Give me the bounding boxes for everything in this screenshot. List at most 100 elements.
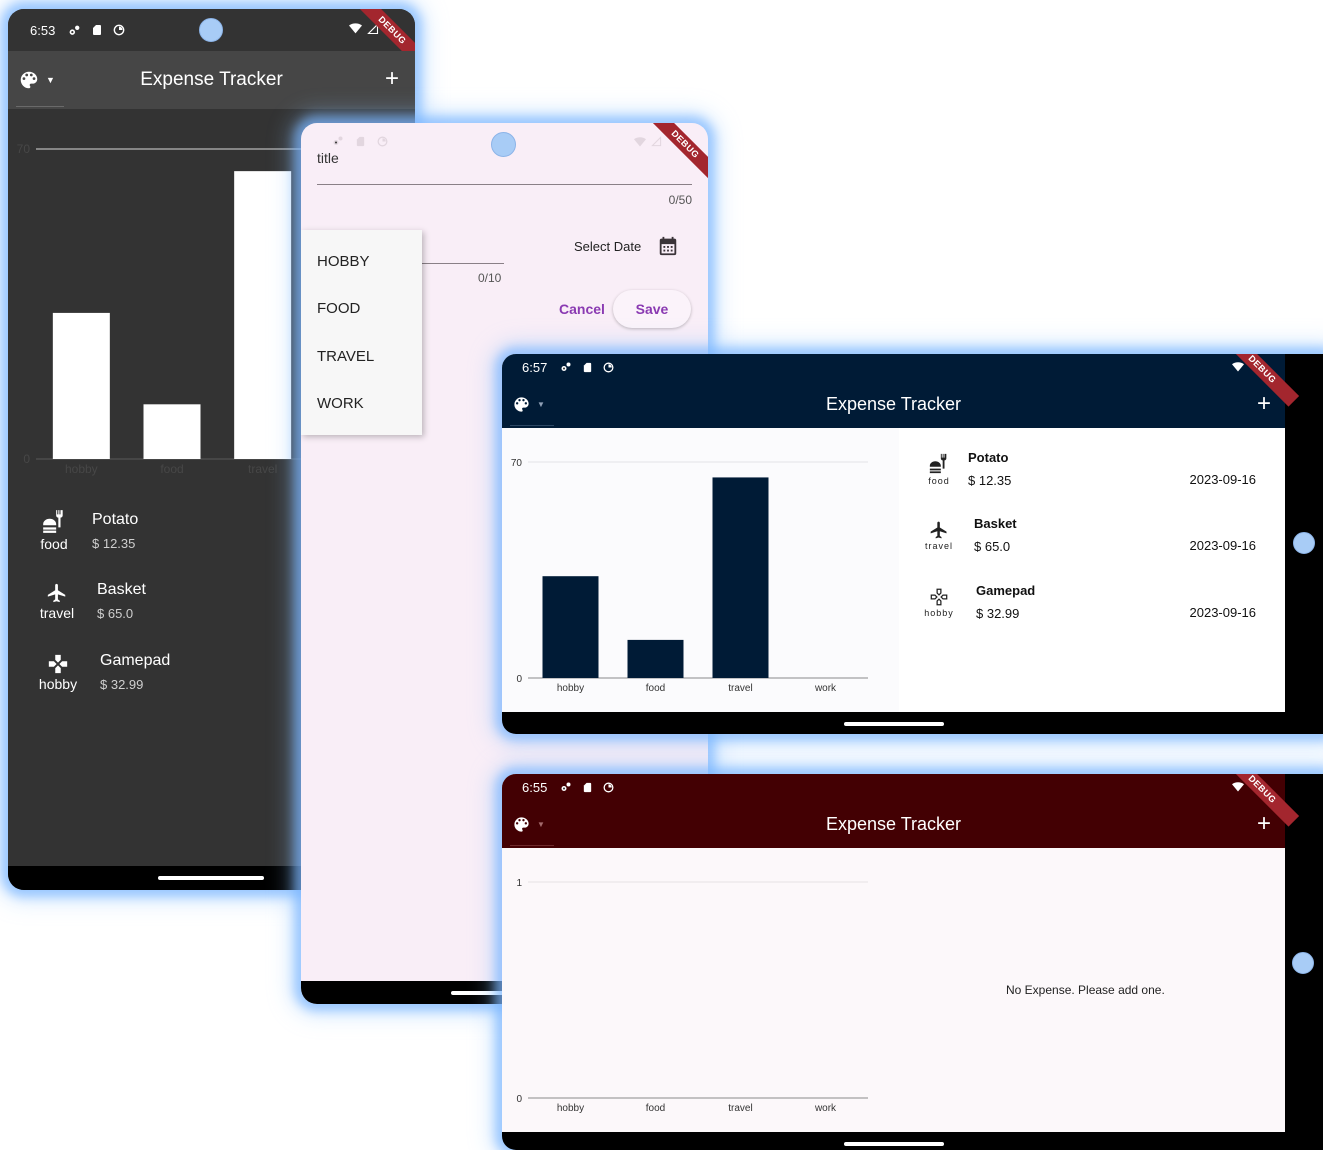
amount-input[interactable] [422,263,504,264]
category-label: food [928,475,950,486]
cancel-button[interactable]: Cancel [559,301,605,317]
category-label: hobby [38,675,78,692]
y-tick-label: 70 [17,142,31,156]
expense-amount: $ 32.99 [100,677,144,692]
bar-travel [234,171,292,459]
app-bar: ▼ Expense Tracker + [502,380,1285,428]
app-bar: ▼ Expense Tracker + [502,800,1285,848]
bar-food [627,639,684,678]
food-icon [41,509,67,535]
dropdown-arrow-icon: ▼ [46,75,55,85]
expense-item[interactable]: travel Basket $ 65.0 2023-09-16 [922,516,1256,554]
dropdown-arrow-icon: ▼ [537,819,545,829]
x-tick-label: hobby [557,683,584,694]
tablet-navy-screen: 6:57 ▼ Expense Tracker + 70 0 hobby food tra… [502,354,1323,734]
x-tick-label: hobby [65,462,98,476]
palette-icon [512,395,531,414]
sync-icon [112,23,126,37]
status-time: 6:57 [522,359,548,375]
expense-title: Potato [92,510,139,528]
y-tick-label: 70 [511,458,523,469]
status-time: 6:53 [30,22,56,38]
title-input[interactable] [317,184,692,185]
camera-dot [199,18,223,42]
theme-selector[interactable]: ▼ [512,815,545,834]
plane-icon [928,520,950,540]
debug-ribbon: DEBUG [647,123,708,182]
gears-icon [331,135,345,147]
page-title: Expense Tracker [140,69,283,90]
x-tick-label: travel [728,1103,752,1114]
empty-state-message: No Expense. Please add one. [1006,983,1165,997]
page-title: Expense Tracker [825,813,962,834]
bar-hobby [542,576,599,678]
x-tick-label: food [646,1103,665,1114]
x-tick-label: work [814,683,837,694]
sync-icon [602,781,615,794]
dropdown-item-hobby[interactable]: HOBBY [317,253,370,270]
expense-date: 2023-09-16 [1189,538,1257,553]
home-indicator[interactable] [158,876,264,880]
palette-icon [18,69,40,91]
tablet-screen: 6:57 ▼ Expense Tracker + 70 0 hobby food tra… [502,354,1300,712]
expense-item[interactable]: travel Basket $ 65.0 [38,581,146,621]
save-button[interactable]: Save [613,290,691,328]
expense-amount: $ 32.99 [976,606,1020,621]
theme-selector[interactable]: ▼ [512,395,545,414]
add-expense-button[interactable]: + [1257,392,1271,416]
signal-icon [651,136,662,147]
status-bar-faded [331,135,389,148]
y-tick-label: 0 [23,452,30,466]
add-expense-button[interactable]: + [1257,812,1271,836]
bar-food [143,404,201,459]
dropdown-item-work[interactable]: WORK [317,395,364,412]
expense-title: Potato [968,450,1009,465]
wifi-icon [1231,361,1245,373]
expense-amount: $ 65.0 [97,606,134,621]
wifi-icon [348,22,363,35]
expense-item[interactable]: hobby Gamepad $ 32.99 [38,652,170,692]
expense-amount: $ 12.35 [968,473,1012,488]
home-indicator[interactable] [844,722,944,726]
gears-icon [559,361,573,373]
plane-icon [45,582,69,604]
y-tick-label: 0 [516,1094,522,1105]
sd-card-icon [355,135,366,148]
bar-hobby [52,312,110,459]
expense-date: 2023-09-16 [1189,605,1257,620]
sync-icon [602,361,615,374]
category-label: travel [39,604,75,621]
x-tick-label: work [814,1103,837,1114]
add-expense-button[interactable]: + [385,67,399,91]
wifi-icon [1231,781,1245,793]
food-icon [927,453,951,475]
tablet-maroon-screen: 6:55 ▼ Expense Tracker + 1 0 hobby food trav… [502,774,1323,1150]
dropdown-item-travel[interactable]: TRAVEL [317,348,374,365]
palette-icon [512,815,531,834]
x-tick-label: food [160,462,183,476]
amount-counter: 0/10 [478,271,502,285]
gears-icon [67,24,82,37]
expense-amount: $ 12.35 [92,535,136,551]
sync-icon [376,135,389,148]
expense-title: Gamepad [100,652,171,669]
theme-selector[interactable]: ▼ [18,69,55,91]
expense-item[interactable]: food Potato $ 12.35 2023-09-16 [922,450,1256,488]
calendar-icon[interactable] [657,235,679,257]
camera-dot [1292,952,1314,974]
status-bar: 6:55 [502,774,1285,800]
title-counter: 0/50 [668,193,692,207]
category-label: hobby [924,607,954,618]
status-right [633,136,662,148]
tablet-screen: 6:55 ▼ Expense Tracker + 1 0 hobby food trav… [502,774,1300,1132]
expense-item[interactable]: hobby Gamepad $ 32.99 2023-09-16 [922,583,1256,621]
x-tick-label: food [646,683,665,694]
theme-selector-underline [510,845,554,846]
select-date-label: Select Date [574,239,642,254]
x-tick-label: hobby [557,1103,584,1114]
dropdown-item-food[interactable]: FOOD [317,300,360,317]
category-label: food [40,536,68,552]
expense-item[interactable]: food Potato $ 12.35 [38,509,138,552]
home-indicator[interactable] [844,1142,944,1146]
bar-travel [712,477,769,678]
